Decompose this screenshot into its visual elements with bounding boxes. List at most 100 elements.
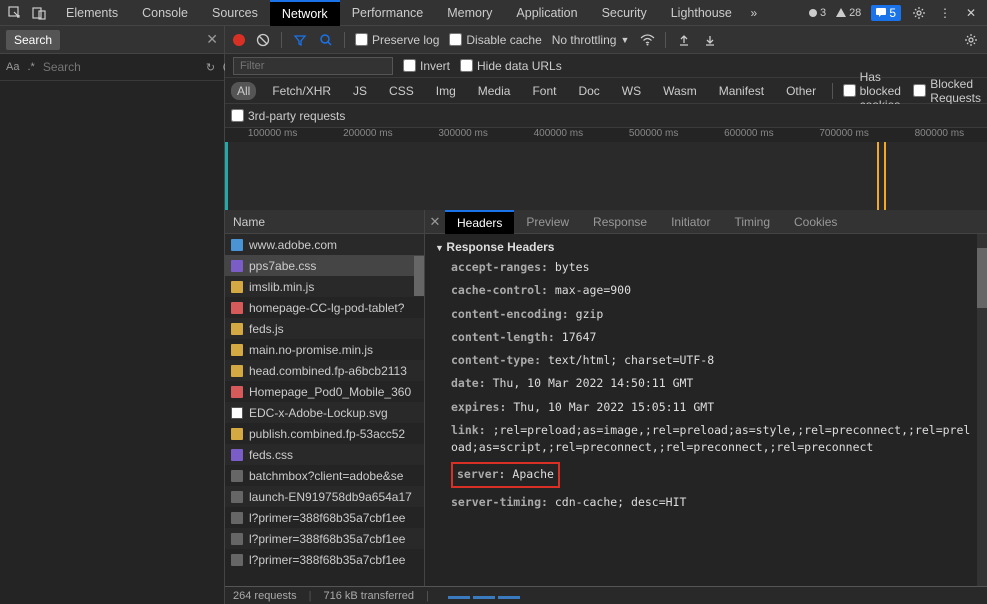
detail-tab-timing[interactable]: Timing (722, 210, 782, 234)
tab-lighthouse[interactable]: Lighthouse (659, 0, 744, 26)
tab-elements[interactable]: Elements (54, 0, 130, 26)
type-doc[interactable]: Doc (572, 82, 605, 100)
other-icon (231, 512, 243, 524)
kebab-icon[interactable]: ⋮ (937, 5, 953, 21)
detail-tab-response[interactable]: Response (581, 210, 659, 234)
detail-tab-cookies[interactable]: Cookies (782, 210, 849, 234)
request-row[interactable]: www.adobe.com (225, 234, 424, 255)
request-row[interactable]: l?primer=388f68b35a7cbf1ee (225, 528, 424, 549)
name-column-header[interactable]: Name (225, 210, 424, 234)
tab-network[interactable]: Network (270, 0, 340, 26)
type-css[interactable]: CSS (383, 82, 420, 100)
disable-cache-check[interactable]: Disable cache (449, 33, 541, 47)
search-input[interactable] (43, 60, 198, 74)
type-ws[interactable]: WS (616, 82, 647, 100)
close-search-icon[interactable]: ✕ (206, 31, 218, 48)
third-party-check[interactable]: 3rd-party requests (231, 109, 345, 123)
response-headers-section[interactable]: Response Headers (435, 238, 977, 256)
inspect-icon[interactable] (8, 6, 22, 20)
type-other[interactable]: Other (780, 82, 822, 100)
search-button[interactable]: Search (6, 30, 60, 50)
regex-toggle[interactable]: .* (27, 61, 34, 73)
response-header: expires: Thu, 10 Mar 2022 15:05:11 GMT (435, 396, 977, 419)
request-row[interactable]: publish.combined.fp-53acc52 (225, 423, 424, 444)
tab-sources[interactable]: Sources (200, 0, 270, 26)
detail-tab-preview[interactable]: Preview (514, 210, 581, 234)
search-icon[interactable] (318, 32, 334, 48)
tab-memory[interactable]: Memory (435, 0, 504, 26)
tab-application[interactable]: Application (504, 0, 589, 26)
record-icon[interactable] (233, 34, 245, 46)
request-row[interactable]: head.combined.fp-a6bcb2113 (225, 360, 424, 381)
type-manifest[interactable]: Manifest (713, 82, 770, 100)
request-row[interactable]: Homepage_Pod0_Mobile_360 (225, 381, 424, 402)
request-row[interactable]: launch-EN919758db9a654a17 (225, 486, 424, 507)
detail-tab-initiator[interactable]: Initiator (659, 210, 722, 234)
message-badge[interactable]: 5 (871, 5, 901, 21)
invert-check[interactable]: Invert (403, 59, 450, 73)
request-row[interactable]: EDC-x-Adobe-Lockup.svg (225, 402, 424, 423)
request-row[interactable]: l?primer=388f68b35a7cbf1ee (225, 549, 424, 570)
request-name: www.adobe.com (249, 238, 337, 252)
request-name: head.combined.fp-a6bcb2113 (249, 364, 407, 378)
css-icon (231, 260, 243, 272)
scrollbar-thumb[interactable] (414, 256, 424, 296)
more-tabs-icon[interactable]: » (744, 6, 764, 20)
upload-icon[interactable] (676, 32, 692, 48)
response-header: content-type: text/html; charset=UTF-8 (435, 349, 977, 372)
type-wasm[interactable]: Wasm (657, 82, 703, 100)
request-name: batchmbox?client=adobe&se (249, 469, 403, 483)
js-icon (231, 365, 243, 377)
throttling-label: No throttling (552, 33, 617, 47)
js-icon (231, 281, 243, 293)
device-icon[interactable] (32, 6, 46, 20)
request-row[interactable]: l?primer=388f68b35a7cbf1ee (225, 507, 424, 528)
type-fetch-xhr[interactable]: Fetch/XHR (266, 82, 337, 100)
settings-icon[interactable] (963, 32, 979, 48)
warning-badge[interactable]: 28 (836, 7, 861, 19)
request-name: feds.js (249, 322, 284, 336)
type-img[interactable]: Img (430, 82, 462, 100)
request-name: l?primer=388f68b35a7cbf1ee (249, 532, 405, 546)
response-header: content-length: 17647 (435, 326, 977, 349)
request-name: main.no-promise.min.js (249, 343, 373, 357)
request-row[interactable]: feds.css (225, 444, 424, 465)
preserve-log-check[interactable]: Preserve log (355, 33, 439, 47)
gear-icon[interactable] (911, 5, 927, 21)
error-badge[interactable]: 3 (809, 7, 826, 19)
wifi-icon[interactable] (639, 32, 655, 48)
timeline-overview[interactable]: 100000 ms200000 ms300000 ms400000 ms5000… (225, 128, 987, 210)
type-all[interactable]: All (231, 82, 256, 100)
img-icon (231, 386, 243, 398)
detail-tab-headers[interactable]: Headers (445, 210, 514, 234)
clear-log-icon[interactable] (255, 32, 271, 48)
tab-security[interactable]: Security (590, 0, 659, 26)
img-icon (231, 302, 243, 314)
match-case-toggle[interactable]: Aa (6, 61, 19, 73)
close-detail-icon[interactable]: ✕ (425, 214, 445, 230)
request-row[interactable]: imslib.min.js (225, 276, 424, 297)
close-icon[interactable]: ✕ (963, 5, 979, 21)
hide-urls-check[interactable]: Hide data URLs (460, 59, 562, 73)
refresh-icon[interactable]: ↻ (206, 59, 215, 75)
download-icon[interactable] (702, 32, 718, 48)
throttling-select[interactable]: No throttling▼ (552, 33, 630, 47)
tab-performance[interactable]: Performance (340, 0, 436, 26)
request-row[interactable]: batchmbox?client=adobe&se (225, 465, 424, 486)
type-media[interactable]: Media (472, 82, 517, 100)
request-count: 264 requests (233, 590, 297, 602)
tab-console[interactable]: Console (130, 0, 200, 26)
type-font[interactable]: Font (526, 82, 562, 100)
request-row[interactable]: main.no-promise.min.js (225, 339, 424, 360)
detail-scrollbar[interactable] (977, 234, 987, 586)
filter-input[interactable] (233, 57, 393, 75)
blocked_req-check[interactable]: Blocked Requests (913, 77, 981, 105)
other-icon (231, 533, 243, 545)
timeline-tick: 100000 ms (225, 128, 320, 142)
filter-icon[interactable] (292, 32, 308, 48)
preserve-log-label: Preserve log (372, 33, 439, 47)
request-row[interactable]: pps7abe.css (225, 255, 424, 276)
request-row[interactable]: feds.js (225, 318, 424, 339)
type-js[interactable]: JS (347, 82, 373, 100)
request-row[interactable]: homepage-CC-lg-pod-tablet? (225, 297, 424, 318)
